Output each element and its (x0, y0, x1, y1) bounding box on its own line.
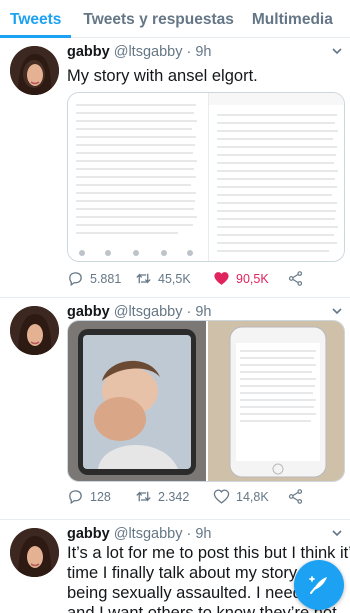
tweet-1[interactable]: gabby @ltsgabby · 9h My story with ansel… (0, 38, 350, 298)
media-photo-right[interactable] (208, 321, 344, 481)
avatar[interactable] (10, 528, 59, 577)
tweet-media[interactable] (67, 92, 345, 262)
like-button[interactable]: 14,8K (213, 488, 269, 505)
tab-tweets[interactable]: Tweets (0, 0, 72, 38)
reply-button[interactable]: 128 (67, 488, 111, 505)
display-name[interactable]: gabby (67, 44, 110, 60)
heart-icon (214, 272, 229, 285)
timestamp[interactable]: 9h (195, 526, 211, 542)
retweet-count: 2.342 (158, 489, 190, 504)
share-icon (288, 271, 303, 286)
media-photo-left[interactable] (68, 321, 206, 481)
retweet-icon (136, 491, 151, 502)
timestamp[interactable]: 9h (195, 304, 211, 320)
tweet-actions: 128 2.342 14,8K (67, 488, 345, 508)
reply-icon (69, 490, 82, 505)
tweet-header: gabby @ltsgabby · 9h (67, 44, 212, 60)
media-image-left[interactable] (68, 93, 206, 261)
retweet-icon (136, 273, 151, 284)
retweet-button[interactable]: 45,5K (135, 270, 191, 287)
like-count: 14,8K (236, 489, 269, 504)
profile-tabs: Tweets Tweets y respuestas Multimedia (0, 0, 350, 38)
display-name[interactable]: gabby (67, 304, 110, 320)
avatar[interactable] (10, 46, 59, 95)
share-icon (288, 489, 303, 504)
media-image-right[interactable] (208, 93, 344, 261)
reply-count: 5.881 (90, 271, 122, 286)
handle[interactable]: @ltsgabby (114, 526, 183, 542)
avatar[interactable] (10, 306, 59, 355)
reply-button[interactable]: 5.881 (67, 270, 121, 287)
chevron-down-icon[interactable] (330, 304, 344, 318)
handle[interactable]: @ltsgabby (114, 44, 183, 60)
retweet-button[interactable]: 2.342 (135, 488, 189, 505)
display-name[interactable]: gabby (67, 526, 110, 542)
tweet-2[interactable]: gabby @ltsgabby · 9h 128 2.342 14,8K (0, 298, 350, 520)
compose-tweet-button[interactable] (294, 560, 344, 610)
chevron-down-icon[interactable] (330, 526, 344, 540)
tweet-header: gabby @ltsgabby · 9h (67, 304, 212, 320)
tweet-media[interactable] (67, 320, 345, 482)
reply-icon (69, 272, 82, 287)
share-button[interactable] (287, 270, 304, 287)
like-button[interactable]: 90,5K (213, 270, 269, 287)
tweet-header: gabby @ltsgabby · 9h (67, 526, 212, 542)
heart-icon (213, 489, 230, 504)
tab-media[interactable]: Multimedia (252, 0, 333, 38)
like-count: 90,5K (236, 271, 269, 286)
compose-tweet-icon (309, 576, 327, 594)
tweet-text-line: It’s a lot for me to post this but I thi… (67, 544, 350, 562)
share-button[interactable] (287, 488, 304, 505)
tab-tweets-and-replies[interactable]: Tweets y respuestas (83, 0, 233, 38)
handle[interactable]: @ltsgabby (114, 304, 183, 320)
tweet-actions: 5.881 45,5K 90,5K (67, 270, 345, 290)
timestamp[interactable]: 9h (195, 44, 211, 60)
retweet-count: 45,5K (158, 271, 191, 286)
reply-count: 128 (90, 489, 111, 504)
tweet-text: My story with ansel elgort. (67, 67, 258, 85)
chevron-down-icon[interactable] (330, 44, 344, 58)
